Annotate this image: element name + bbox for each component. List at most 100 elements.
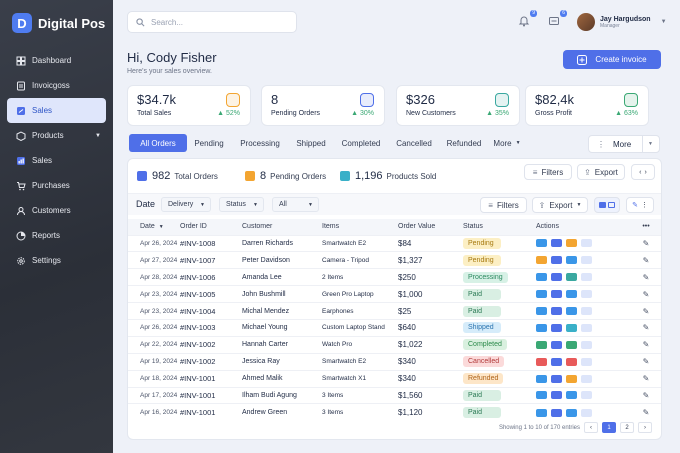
more-dropdown-button[interactable]: ⋮ More ▼ (588, 135, 660, 153)
copy-icon[interactable] (581, 323, 592, 332)
sidebar-item-sales[interactable]: Sales (0, 148, 113, 173)
status-select[interactable]: Status ▼ (219, 197, 264, 212)
tab-processing[interactable]: Processing (231, 134, 289, 152)
all-select[interactable]: All ▼ (272, 197, 319, 212)
edit-icon[interactable]: ✎ (643, 256, 650, 265)
cell-order-id[interactable]: #INV-1003 (180, 318, 242, 337)
table-row[interactable]: Apr 19, 2024 #INV-1002 Jessica Ray Smartwat… (128, 352, 661, 371)
cell-order-id[interactable]: #INV-1001 (180, 369, 242, 388)
column-header-order-value[interactable]: Order Value (398, 219, 463, 235)
print-icon[interactable] (551, 290, 562, 299)
table-row[interactable]: Apr 17, 2024 #INV-1001 Ilham Budi Agung 3 I… (128, 386, 661, 404)
column-header-status[interactable]: Status (463, 219, 536, 235)
column-header-items[interactable]: Items (322, 219, 398, 235)
view-toggle[interactable] (594, 197, 620, 213)
print-icon[interactable] (551, 273, 562, 282)
filters-button[interactable]: ≡ Filters (480, 197, 527, 213)
sidebar-item-customers[interactable]: Customers (0, 198, 113, 223)
edit-icon[interactable]: ✎ (643, 374, 650, 383)
cell-order-id[interactable]: #INV-1008 (180, 234, 242, 252)
table-row[interactable]: Apr 22, 2024 #INV-1002 Hannah Carter Watch … (128, 335, 661, 354)
messages-button[interactable]: 6 (548, 10, 567, 28)
copy-icon[interactable] (581, 273, 592, 282)
view-icon[interactable] (536, 374, 547, 383)
view-icon[interactable] (536, 307, 547, 315)
print-icon[interactable] (551, 307, 562, 315)
edit-icon[interactable]: ✎ (643, 273, 650, 282)
view-icon[interactable] (536, 408, 547, 417)
export-top-button[interactable]: ⇪ Export (577, 164, 625, 180)
edit-icon[interactable]: ✎ (643, 307, 650, 316)
view-icon[interactable] (536, 391, 547, 400)
print-icon[interactable] (551, 256, 562, 265)
print-icon[interactable] (551, 374, 562, 383)
column-header-order-id[interactable]: Order ID (180, 219, 242, 235)
tab-pending[interactable]: Pending (187, 134, 231, 152)
table-row[interactable]: Apr 28, 2024 #INV-1006 Amanda Lee 2 Items $2… (128, 268, 661, 286)
print-icon[interactable] (551, 340, 562, 349)
scroll-arrows[interactable]: ‹ › (631, 164, 655, 180)
sidebar-item-purchases[interactable]: Purchases (0, 173, 113, 198)
search-input[interactable]: Search... (127, 11, 297, 33)
export-button[interactable]: ⇪ Export ▼ (532, 197, 588, 213)
next-page-button[interactable]: › (638, 422, 652, 433)
tab-completed[interactable]: Completed (333, 134, 389, 152)
copy-icon[interactable] (581, 307, 592, 315)
sidebar-item-products[interactable]: Products ▼ (0, 123, 113, 148)
edit-icon[interactable]: ✎ (643, 290, 650, 299)
link-icon[interactable] (566, 340, 577, 349)
view-icon[interactable] (536, 323, 547, 332)
sidebar-item-dashboard[interactable]: Dashboard (0, 48, 113, 73)
column-header-customer[interactable]: Customer (242, 219, 322, 235)
tab-all-orders[interactable]: All Orders (129, 134, 187, 152)
cell-order-id[interactable]: #INV-1007 (180, 251, 242, 269)
link-icon[interactable] (566, 239, 577, 248)
edit-icon[interactable]: ✎ (643, 357, 650, 366)
view-icon[interactable] (536, 273, 547, 282)
edit-icon[interactable]: ✎ (643, 340, 650, 349)
copy-icon[interactable] (581, 408, 592, 417)
tab-refunded[interactable]: Refunded (439, 134, 489, 152)
view-icon[interactable] (536, 239, 547, 248)
cell-order-id[interactable]: #INV-1006 (180, 268, 242, 286)
copy-icon[interactable] (581, 391, 592, 400)
print-icon[interactable] (551, 391, 562, 400)
print-icon[interactable] (551, 357, 562, 366)
link-icon[interactable] (566, 408, 577, 417)
print-icon[interactable] (551, 239, 562, 248)
notification-button[interactable]: 9 (518, 10, 537, 28)
table-row[interactable]: Apr 18, 2024 #INV-1001 Ahmed Malik Smartwat… (128, 369, 661, 388)
page-button[interactable]: 2 (620, 422, 634, 433)
link-icon[interactable] (566, 256, 577, 265)
copy-icon[interactable] (581, 239, 592, 248)
cell-order-id[interactable]: #INV-1004 (180, 302, 242, 320)
column-settings-button[interactable]: ✎ ⋮ (626, 197, 654, 213)
edit-icon[interactable]: ✎ (643, 408, 650, 417)
link-icon[interactable] (566, 374, 577, 383)
column-header-actions[interactable]: Actions (536, 219, 631, 235)
copy-icon[interactable] (581, 374, 592, 383)
edit-icon[interactable]: ✎ (643, 391, 650, 400)
filters-top-button[interactable]: ≡ Filters (524, 164, 572, 180)
page-button[interactable]: 1 (602, 422, 616, 433)
cell-order-id[interactable]: #INV-1005 (180, 285, 242, 303)
table-row[interactable]: Apr 27, 2024 #INV-1007 Peter Davidson Camer… (128, 251, 661, 269)
table-row[interactable]: Apr 23, 2024 #INV-1004 Michal Mendez Earpho… (128, 302, 661, 320)
create-invoice-button[interactable]: Create invoice (563, 50, 661, 69)
sidebar-item-settings[interactable]: Settings (0, 248, 113, 273)
link-icon[interactable] (566, 273, 577, 282)
edit-icon[interactable]: ✎ (643, 323, 650, 332)
sidebar-item-sales[interactable]: Sales (7, 98, 106, 123)
edit-icon[interactable]: ✎ (643, 239, 650, 248)
sidebar-item-reports[interactable]: Reports (0, 223, 113, 248)
sidebar-item-invoicgoss[interactable]: Invoicgoss (0, 73, 113, 98)
cell-order-id[interactable]: #INV-1001 (180, 403, 242, 421)
table-row[interactable]: Apr 23, 2024 #INV-1005 John Bushmill Green … (128, 285, 661, 303)
user-menu[interactable]: Jay Hargudson Manager ▼ (577, 13, 667, 31)
view-icon[interactable] (536, 340, 547, 349)
copy-icon[interactable] (581, 340, 592, 349)
copy-icon[interactable] (581, 290, 592, 299)
table-row[interactable]: Apr 26, 2024 #INV-1008 Darren Richards Smar… (128, 234, 661, 252)
view-icon[interactable] (536, 290, 547, 299)
print-icon[interactable] (551, 323, 562, 332)
